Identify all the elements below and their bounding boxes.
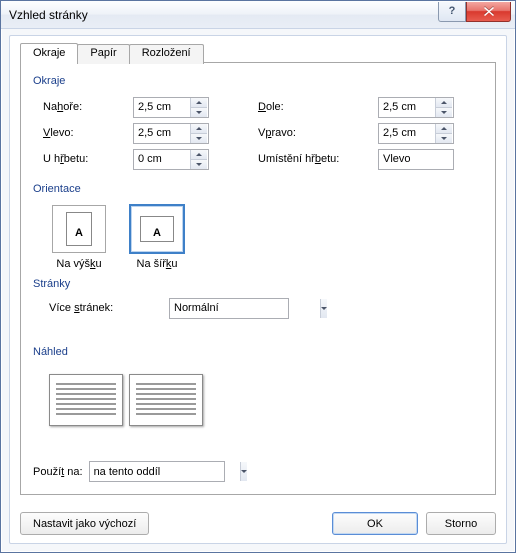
- cancel-button[interactable]: Storno: [426, 512, 496, 535]
- spin-bottom[interactable]: [378, 97, 454, 118]
- help-button[interactable]: ?: [438, 2, 466, 22]
- label-right: Vpravo:: [258, 127, 378, 139]
- tab-layout[interactable]: Rozložení: [129, 44, 204, 64]
- input-bottom[interactable]: [379, 98, 435, 117]
- chevron-down-icon[interactable]: [240, 462, 247, 481]
- input-gutter-pos[interactable]: [379, 150, 516, 169]
- label-gutter: U hřbetu:: [33, 153, 133, 165]
- tab-panel: Okraje Nahoře: Vlevo:: [20, 62, 496, 495]
- input-gutter[interactable]: [134, 150, 190, 169]
- combo-multipages[interactable]: [169, 298, 289, 319]
- spin-right[interactable]: [378, 123, 454, 144]
- preview-page-icon: [49, 374, 123, 426]
- group-orientation-title: Orientace: [33, 183, 483, 195]
- svg-text:A: A: [153, 227, 161, 239]
- close-icon: [484, 7, 494, 16]
- spin-up-icon[interactable]: [191, 98, 207, 107]
- input-right[interactable]: [379, 124, 435, 143]
- input-top[interactable]: [134, 98, 190, 117]
- combo-gutter-pos[interactable]: [378, 149, 454, 170]
- group-pages-title: Stránky: [33, 278, 483, 290]
- group-margins-title: Okraje: [33, 75, 483, 87]
- input-left[interactable]: [134, 124, 190, 143]
- landscape-icon: A: [130, 205, 184, 253]
- close-button[interactable]: [466, 2, 511, 22]
- preview-page-icon: [129, 374, 203, 426]
- window-buttons: ?: [438, 2, 511, 22]
- portrait-icon: A: [52, 205, 106, 253]
- label-apply-to: Použít na:: [33, 466, 83, 478]
- tab-strip: Okraje Papír Rozložení: [20, 42, 496, 62]
- spin-down-icon[interactable]: [191, 107, 207, 117]
- label-multipages: Více stránek:: [39, 302, 169, 314]
- input-multipages[interactable]: [170, 299, 320, 318]
- set-default-button[interactable]: Nastavit jako výchozí: [20, 512, 149, 535]
- combo-apply-to[interactable]: [89, 461, 225, 482]
- window-title: Vzhled stránky: [9, 8, 438, 22]
- spin-left[interactable]: [133, 123, 209, 144]
- group-preview-title: Náhled: [33, 346, 483, 358]
- tab-margins[interactable]: Okraje: [20, 43, 78, 63]
- orientation-landscape[interactable]: A Na šířku: [127, 205, 187, 270]
- client-area: Okraje Papír Rozložení Okraje Nahoře: Vl…: [9, 35, 507, 544]
- label-left: Vlevo:: [33, 127, 133, 139]
- ok-button[interactable]: OK: [332, 512, 418, 535]
- label-gutter-pos: Umístění hřbetu:: [258, 153, 378, 165]
- label-top: Nahoře:: [33, 101, 133, 113]
- orientation-portrait[interactable]: A Na výšku: [49, 205, 109, 270]
- svg-text:A: A: [75, 227, 83, 239]
- label-bottom: Dole:: [258, 101, 378, 113]
- tab-paper[interactable]: Papír: [77, 44, 129, 64]
- input-apply-to[interactable]: [90, 462, 240, 481]
- titlebar: Vzhled stránky ?: [1, 1, 515, 29]
- dialog-footer: Nastavit jako výchozí OK Storno: [20, 512, 496, 535]
- chevron-down-icon[interactable]: [320, 299, 327, 318]
- spin-top[interactable]: [133, 97, 209, 118]
- preview-area: [33, 364, 483, 426]
- page-setup-dialog: Vzhled stránky ? Okraje Papír Rozložení …: [0, 0, 516, 553]
- spin-gutter[interactable]: [133, 149, 209, 170]
